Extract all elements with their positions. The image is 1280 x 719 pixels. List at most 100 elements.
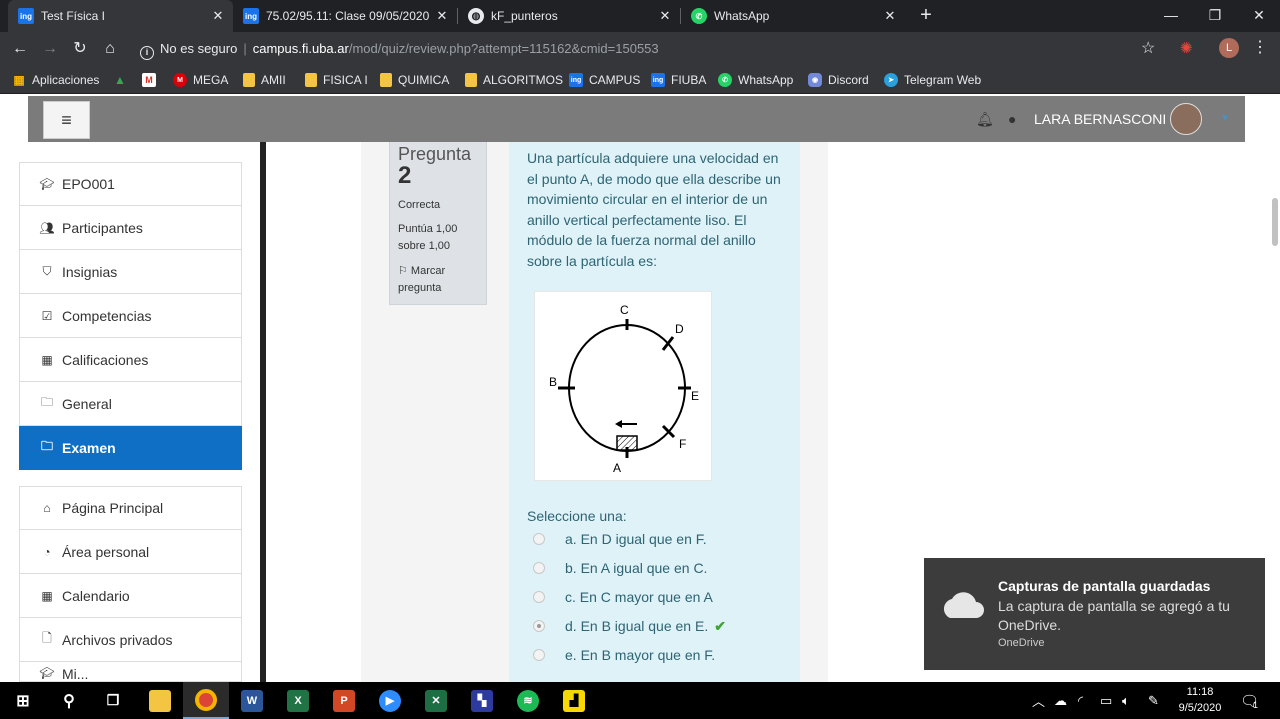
task-view-icon: ❒	[106, 692, 120, 708]
taskbar-app-green[interactable]: ✕	[413, 682, 459, 719]
sidebar-item-participantes[interactable]: 👥︎ Participantes	[19, 206, 242, 250]
spotify-icon: ≋	[517, 689, 539, 712]
bookmark-fisica[interactable]: FISICA I	[305, 66, 368, 94]
sidebar-item-mis-cursos[interactable]: 🎓︎ Mi...	[19, 662, 242, 682]
profile-avatar[interactable]: L	[1219, 38, 1239, 58]
spreadsheet-icon: ✕	[425, 689, 447, 712]
option-c[interactable]: c. En C mayor que en A	[533, 587, 713, 607]
bookmark-discord[interactable]: ◉ Discord	[808, 66, 869, 94]
sidebar-item-archivos-privados[interactable]: 🗋 Archivos privados	[19, 618, 242, 662]
chevron-down-icon[interactable]: ▼	[1220, 113, 1230, 124]
wifi-icon[interactable]: ◜	[1078, 682, 1083, 719]
sidebar-item-epo001[interactable]: 🎓︎ EPO001	[19, 162, 242, 206]
globe-icon: ◍	[468, 8, 484, 24]
bookmark-star-icon[interactable]: ☆	[1141, 38, 1155, 58]
bookmark-campus[interactable]: ing CAMPUS	[569, 66, 640, 94]
close-tab-icon[interactable]: ✕	[881, 8, 899, 24]
sidebar-item-area-personal[interactable]: ◔ Área personal	[19, 530, 242, 574]
close-window-button[interactable]: ✕	[1237, 0, 1280, 32]
back-button[interactable]: ←	[8, 37, 32, 61]
radio-button[interactable]	[533, 649, 545, 661]
pen-glyph-icon: ✎	[1148, 692, 1159, 708]
bookmark-fiuba[interactable]: ing FIUBA	[651, 66, 706, 94]
battery-icon[interactable]: ▭	[1100, 682, 1112, 719]
new-tab-button[interactable]: +	[914, 4, 938, 28]
taskbar-file-explorer[interactable]	[137, 682, 183, 719]
option-a[interactable]: a. En D igual que en F.	[533, 529, 707, 549]
user-avatar[interactable]	[1170, 103, 1202, 135]
option-e[interactable]: e. En B mayor que en F.	[533, 645, 715, 665]
taskbar-powerpoint[interactable]: P	[321, 682, 367, 719]
onedrive-toast[interactable]: Capturas de pantalla guardadas La captur…	[924, 558, 1265, 670]
option-d[interactable]: d. En B igual que en E. ✔	[533, 616, 726, 636]
bookmark-drive[interactable]: ▲	[113, 66, 133, 94]
reload-button[interactable]: ↻	[68, 37, 92, 61]
bell-icon[interactable]: 🔔︎	[976, 111, 994, 128]
forward-button[interactable]: →	[38, 37, 62, 61]
taskbar-chrome[interactable]	[183, 682, 229, 719]
action-center-button[interactable]: 🗨︎ 1	[1240, 682, 1259, 719]
extension-icon[interactable]: ✺	[1180, 39, 1193, 57]
tab-test-fisica[interactable]: ing Test Física I ✕	[8, 0, 233, 32]
radio-button[interactable]	[533, 533, 545, 545]
dashboard-icon: ◔	[43, 544, 51, 559]
sidebar-item-general[interactable]: 🗀 General	[19, 382, 242, 426]
tab-whatsapp[interactable]: ✆ WhatsApp ✕	[681, 0, 905, 32]
radio-button-selected[interactable]	[533, 620, 545, 632]
bookmark-mega[interactable]: M MEGA	[173, 66, 228, 94]
telegram-icon: ➤	[884, 73, 898, 87]
bookmark-telegram[interactable]: ➤ Telegram Web	[884, 66, 981, 94]
radio-button[interactable]	[533, 591, 545, 603]
home-button[interactable]: ⌂	[98, 37, 122, 61]
restore-button[interactable]: ❐	[1193, 0, 1237, 32]
bookmark-algoritmos[interactable]: ALGORITMOS	[465, 66, 563, 94]
sidebar-item-calificaciones[interactable]: ▦ Calificaciones	[19, 338, 242, 382]
taskbar-zoom[interactable]: ▶	[367, 682, 413, 719]
sidebar-item-calendario[interactable]: ▦ Calendario	[19, 574, 242, 618]
page-scrollbar-thumb[interactable]	[1272, 198, 1278, 246]
taskbar-spotify[interactable]: ≋	[505, 682, 551, 719]
taskbar-app-blue[interactable]: ▚	[459, 682, 505, 719]
option-b[interactable]: b. En A igual que en C.	[533, 558, 707, 578]
radio-button[interactable]	[533, 562, 545, 574]
sidebar-item-pagina-principal[interactable]: ⌂ Página Principal	[19, 486, 242, 530]
sidebar-item-insignias[interactable]: ⛉ Insignias	[19, 250, 242, 294]
taskbar-sticky-notes[interactable]: ▟	[551, 682, 597, 719]
bookmark-whatsapp[interactable]: ✆ WhatsApp	[718, 66, 793, 94]
drawer-toggle-button[interactable]: ≡	[43, 101, 90, 139]
tab-clase[interactable]: ing 75.02/95.11: Clase 09/05/2020 ✕	[233, 0, 457, 32]
search-button[interactable]: ⚲	[46, 682, 92, 719]
sidebar-item-examen[interactable]: 🗀 Examen	[19, 426, 242, 470]
menu-kebab-icon[interactable]: ⋮	[1252, 37, 1268, 57]
taskbar-word[interactable]: W	[229, 682, 275, 719]
bookmark-quimica[interactable]: QUIMICA	[380, 66, 449, 94]
tab-kf-punteros[interactable]: ◍ kF_punteros ✕	[458, 0, 680, 32]
onedrive-tray-icon[interactable]: ☁	[1054, 682, 1067, 719]
speaker-icon: 🔈︎	[1122, 692, 1130, 708]
pen-icon[interactable]: ✎	[1148, 682, 1159, 719]
chat-icon[interactable]: ●	[1008, 111, 1016, 127]
minimize-button[interactable]: —	[1149, 0, 1193, 32]
sidebar-item-competencias[interactable]: ☑ Competencias	[19, 294, 242, 338]
show-hidden-icons[interactable]: ︿	[1032, 682, 1045, 719]
close-tab-icon[interactable]: ✕	[209, 8, 227, 24]
sidebar-scrollbar[interactable]	[260, 142, 266, 682]
start-button[interactable]: ⊞	[0, 682, 46, 719]
task-view-button[interactable]: ❒	[90, 682, 136, 719]
flag-question-link[interactable]: ⚐ Marcar pregunta	[398, 263, 478, 297]
info-icon[interactable]: i	[140, 46, 154, 60]
bookmark-amii[interactable]: AMII	[243, 66, 286, 94]
question-text: Una partícula adquiere una velocidad en …	[527, 150, 781, 269]
bookmark-gmail[interactable]: M	[142, 66, 162, 94]
toast-body: La captura de pantalla se agregó a tu On…	[998, 598, 1230, 633]
taskbar-excel[interactable]: X	[275, 682, 321, 719]
bookmark-apps[interactable]: ▦ Aplicaciones	[12, 66, 99, 94]
system-clock[interactable]: 11:18 9/5/2020	[1170, 684, 1230, 716]
volume-icon[interactable]: 🔈︎	[1122, 682, 1130, 719]
user-name[interactable]: LARA BERNASCONI	[1034, 111, 1166, 127]
address-divider: |	[243, 41, 247, 56]
close-tab-icon[interactable]: ✕	[433, 8, 451, 24]
close-tab-icon[interactable]: ✕	[656, 8, 674, 24]
address-bar[interactable]: i No es seguro | campus.fi.uba.ar/mod/quiz/…	[132, 37, 1172, 61]
label-c: C	[620, 303, 629, 317]
